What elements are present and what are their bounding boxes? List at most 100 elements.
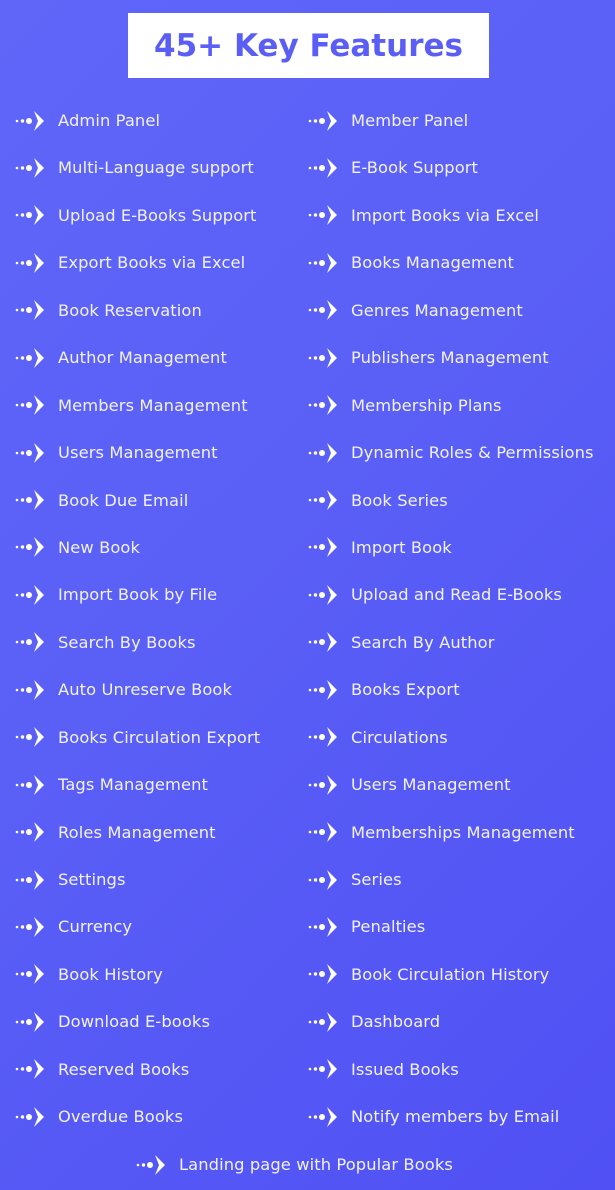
feature-item-right: Membership Plans	[307, 382, 502, 429]
feature-row: Book Reservation Genres Management	[0, 287, 615, 334]
feature-item-left: Tags Management	[14, 761, 208, 808]
dotted-arrow-icon	[15, 727, 44, 748]
dotted-arrow-icon	[308, 1106, 337, 1127]
feature-item-left: Book Reservation	[14, 287, 202, 334]
dotted-arrow-icon	[15, 822, 44, 843]
feature-item-right: Penalties	[307, 903, 425, 950]
feature-label: Import Book	[351, 537, 452, 557]
dotted-arrow-icon	[15, 347, 44, 368]
feature-row: Books Circulation Export Circulations	[0, 714, 615, 761]
feature-label: Members Management	[58, 395, 248, 415]
feature-label: Issued Books	[351, 1059, 459, 1079]
feature-item-left: New Book	[14, 524, 140, 571]
feature-label: Book Series	[351, 490, 448, 510]
feature-row: Upload E-Books Support Import Books via E…	[0, 192, 615, 239]
feature-item-right: Import Book	[307, 524, 452, 571]
feature-item-left: Users Management	[14, 429, 218, 476]
feature-row: Admin Panel Member Panel	[0, 97, 615, 144]
dotted-arrow-icon	[15, 157, 44, 178]
feature-item-right: Notify members by Email	[307, 1093, 559, 1140]
feature-item-right: Issued Books	[307, 1046, 459, 1093]
feature-item-left: Export Books via Excel	[14, 239, 245, 286]
feature-row: Book History Book Circulation History	[0, 951, 615, 998]
feature-item-right: Dynamic Roles & Permissions	[307, 429, 594, 476]
feature-label: Overdue Books	[58, 1107, 184, 1127]
feature-item-left: Multi-Language support	[14, 144, 254, 191]
feature-label: Landing page with Popular Books	[179, 1155, 453, 1174]
feature-label: Book Circulation History	[351, 964, 550, 984]
dotted-arrow-icon	[15, 964, 44, 985]
feature-row: Settings Series	[0, 856, 615, 903]
feature-label: Import Book by File	[58, 585, 218, 605]
feature-label: Book Due Email	[58, 490, 189, 510]
dotted-arrow-icon	[15, 774, 44, 795]
dotted-arrow-icon	[15, 300, 44, 321]
feature-item-left: Admin Panel	[14, 97, 160, 144]
dotted-arrow-icon	[15, 537, 44, 558]
dotted-arrow-icon	[308, 869, 337, 890]
dotted-arrow-icon	[308, 774, 337, 795]
feature-label: Dashboard	[351, 1012, 441, 1032]
feature-item-right: Users Management	[307, 761, 511, 808]
feature-item-left: Upload E-Books Support	[14, 192, 257, 239]
feature-item-left: Author Management	[14, 334, 227, 381]
feature-label: Roles Management	[58, 822, 216, 842]
feature-label: Penalties	[351, 917, 426, 937]
feature-label: Book History	[58, 964, 163, 984]
feature-item-left: Book Due Email	[14, 477, 188, 524]
feature-label: Author Management	[58, 348, 227, 368]
feature-label: Genres Management	[351, 300, 523, 320]
dotted-arrow-icon	[308, 679, 337, 700]
feature-item-right: Publishers Management	[307, 334, 549, 381]
dotted-arrow-icon	[308, 252, 337, 273]
feature-item-right: Import Books via Excel	[307, 192, 539, 239]
feature-label: Upload and Read E-Books	[351, 585, 562, 605]
feature-row: Export Books via Excel Books Management	[0, 239, 615, 286]
feature-label: Book Reservation	[58, 300, 202, 320]
feature-row: Download E-books Dashboard	[0, 998, 615, 1045]
feature-item-right: Member Panel	[307, 97, 468, 144]
feature-label: Membership Plans	[351, 395, 502, 415]
feature-label: Multi-Language support	[58, 158, 254, 178]
dotted-arrow-icon	[308, 822, 337, 843]
dotted-arrow-icon	[308, 537, 337, 558]
feature-label: Notify members by Email	[351, 1107, 560, 1127]
feature-label: Publishers Management	[351, 348, 549, 368]
feature-row: Auto Unreserve Book Books Export	[0, 666, 615, 713]
feature-item-left: Roles Management	[14, 809, 216, 856]
feature-item-left: Auto Unreserve Book	[14, 666, 232, 713]
feature-row: Author Management Publishers Management	[0, 334, 615, 381]
dotted-arrow-icon	[15, 395, 44, 416]
dotted-arrow-icon	[308, 916, 337, 937]
dotted-arrow-icon	[308, 490, 337, 510]
feature-item-left: Book History	[14, 951, 163, 998]
feature-label: Books Export	[351, 680, 460, 700]
feature-item-left: Currency	[14, 903, 132, 950]
feature-item-right: Book Circulation History	[307, 951, 549, 998]
dotted-arrow-icon	[308, 442, 337, 463]
dotted-arrow-icon	[15, 1059, 44, 1080]
feature-label: E-Book Support	[351, 158, 479, 178]
dotted-arrow-icon	[308, 1059, 337, 1080]
feature-label: Memberships Management	[351, 822, 575, 842]
feature-row: Currency Penalties	[0, 903, 615, 950]
feature-row: Book Due Email Book Series	[0, 477, 615, 524]
dotted-arrow-icon	[308, 395, 337, 416]
feature-grid: Admin Panel Member Panel Multi-Language su…	[0, 97, 615, 1141]
dotted-arrow-icon	[308, 205, 337, 226]
feature-row: Search By Books Search By Author	[0, 619, 615, 666]
dotted-arrow-icon	[15, 252, 44, 273]
feature-item-right: Circulations	[307, 714, 448, 761]
feature-item-right: Series	[307, 856, 402, 903]
dotted-arrow-icon	[15, 442, 44, 463]
dotted-arrow-icon	[15, 490, 44, 510]
feature-item-right: Dashboard	[307, 998, 440, 1045]
dotted-arrow-icon	[308, 1011, 337, 1032]
feature-label: New Book	[58, 537, 141, 557]
feature-label: Member Panel	[351, 111, 469, 130]
dotted-arrow-icon	[15, 584, 44, 605]
feature-label: Admin Panel	[58, 111, 161, 130]
feature-item-right: Memberships Management	[307, 809, 575, 856]
feature-item-right: Upload and Read E-Books	[307, 571, 562, 618]
feature-row: Tags Management Users Management	[0, 761, 615, 808]
